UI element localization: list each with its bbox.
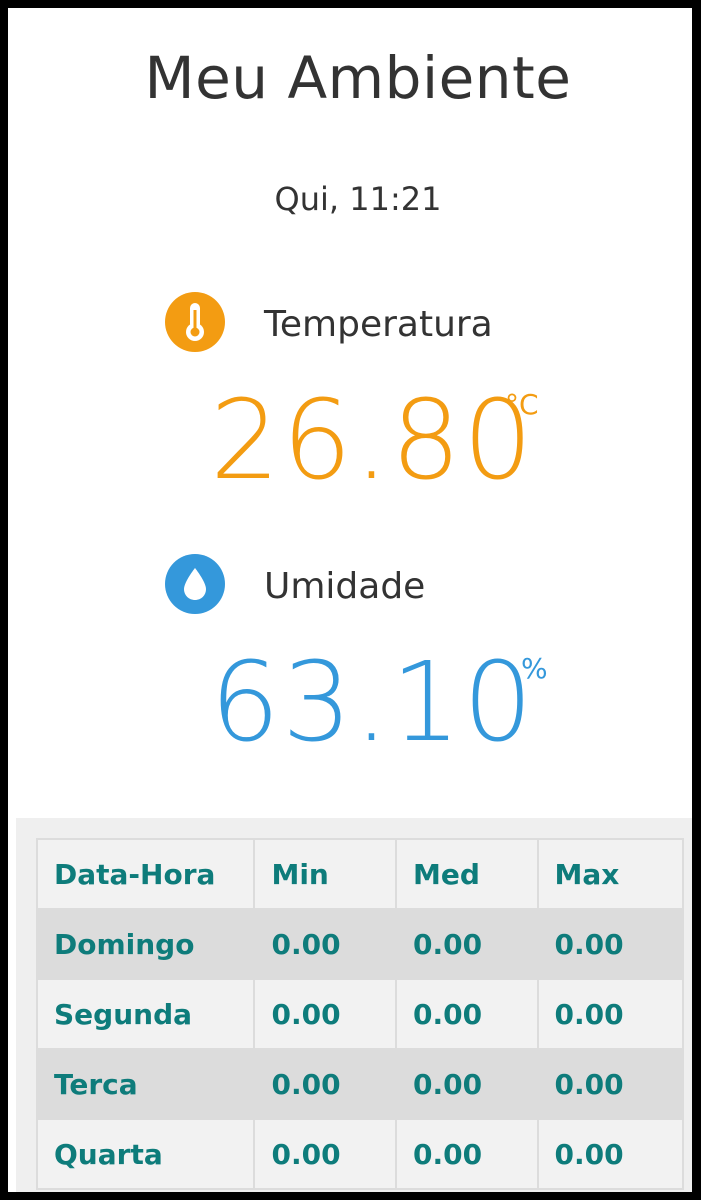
humidity-unit: %	[521, 652, 548, 685]
temperature-unit: °C	[505, 388, 539, 421]
table-row: Terca 0.00 0.00 0.00	[35, 1048, 684, 1120]
row-day: Quarta	[35, 1118, 256, 1190]
row-min: 0.00	[253, 1118, 397, 1190]
row-med: 0.00	[394, 908, 539, 980]
temperature-label: Temperatura	[264, 304, 493, 345]
row-max: 0.00	[536, 978, 684, 1050]
row-day: Segunda	[35, 978, 256, 1050]
history-table: Data-Hora Min Med Max Domingo 0.00 0.00 …	[35, 838, 684, 1190]
app-screen: Meu Ambiente Qui, 11:21 Temperatura 26.8…	[8, 8, 692, 1192]
row-day: Domingo	[35, 908, 256, 980]
humidity-label: Umidade	[264, 566, 426, 607]
header-data-hora: Data-Hora	[35, 838, 256, 910]
table-header-row: Data-Hora Min Med Max	[35, 838, 684, 910]
row-day: Terca	[35, 1048, 256, 1120]
temperature-value: 26.80	[210, 376, 535, 504]
table-row: Quarta 0.00 0.00 0.00	[35, 1118, 684, 1190]
row-med: 0.00	[394, 978, 539, 1050]
row-min: 0.00	[253, 1048, 397, 1120]
history-panel: Data-Hora Min Med Max Domingo 0.00 0.00 …	[16, 818, 692, 1192]
row-med: 0.00	[394, 1048, 539, 1120]
table-row: Domingo 0.00 0.00 0.00	[35, 908, 684, 980]
humidity-value: 63.10	[210, 638, 535, 766]
header-min: Min	[253, 838, 397, 910]
table-row: Segunda 0.00 0.00 0.00	[35, 978, 684, 1050]
row-med: 0.00	[394, 1118, 539, 1190]
thermometer-icon	[165, 292, 225, 352]
header-max: Max	[536, 838, 684, 910]
datetime-label: Qui, 11:21	[274, 180, 442, 218]
row-max: 0.00	[536, 1048, 684, 1120]
row-min: 0.00	[253, 978, 397, 1050]
page-title: Meu Ambiente	[144, 44, 572, 112]
water-drop-icon	[165, 554, 225, 614]
row-max: 0.00	[536, 1118, 684, 1190]
row-max: 0.00	[536, 908, 684, 980]
row-min: 0.00	[253, 908, 397, 980]
header-med: Med	[394, 838, 539, 910]
